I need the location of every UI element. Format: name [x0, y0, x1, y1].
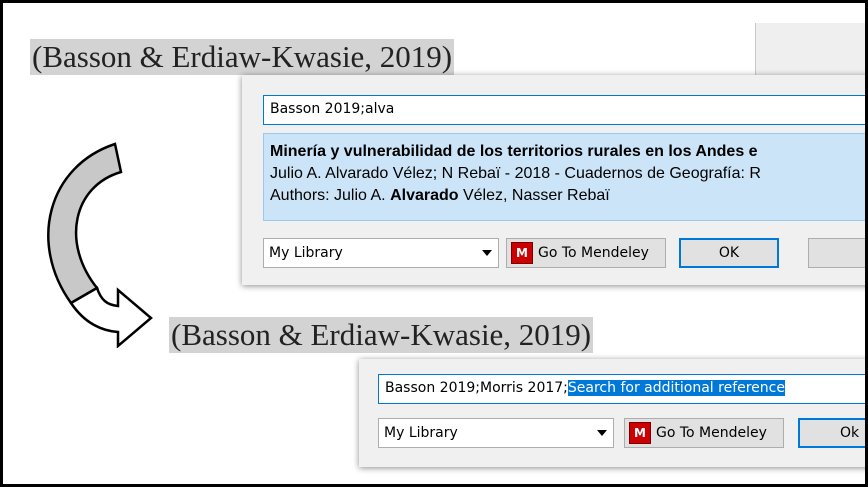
result-title: Minería y vulnerabilidad de los territor…	[270, 143, 758, 160]
citation-search-input-2[interactable]: Basson 2019;Morris 2017;Search for addit…	[378, 374, 865, 404]
result-authors: Authors: Julio A. Alvarado Vélez, Nasser…	[270, 187, 610, 204]
ok-button-2[interactable]: Ok	[798, 418, 865, 448]
go-to-mendeley-button-2[interactable]: M Go To Mendeley	[624, 418, 784, 448]
search-results-list[interactable]: Minería y vulnerabilidad de los territor…	[263, 133, 865, 221]
mendeley-logo-icon: M	[511, 242, 533, 264]
citation-search-value: Basson 2019;alva	[270, 101, 395, 117]
screenshot-frame: (Basson & Erdiaw-Kwasie, 2019) Basson 20…	[0, 0, 868, 487]
dropdown-caret-icon	[482, 250, 492, 256]
curved-arrow-icon	[47, 142, 153, 348]
ok-label: OK	[718, 245, 740, 261]
citation-search-value-plain: Basson 2019;Morris 2017;	[385, 380, 568, 396]
library-select[interactable]: My Library	[263, 238, 499, 268]
go-to-mendeley-label: Go To Mendeley	[538, 245, 649, 261]
mendeley-citation-dialog-search: Basson 2019;alva Minería y vulnerabilida…	[242, 75, 865, 285]
library-select-value-2: My Library	[384, 425, 458, 441]
citation-search-input[interactable]: Basson 2019;alva	[263, 95, 865, 125]
word-toolbar-fragment	[755, 23, 865, 82]
result-meta: Julio A. Alvarado Vélez; N Rebaï - 2018 …	[270, 165, 761, 182]
mendeley-citation-dialog-add: Basson 2019;Morris 2017;Search for addit…	[359, 359, 865, 467]
citation-text-bottom: (Basson & Erdiaw-Kwasie, 2019)	[169, 317, 594, 353]
dropdown-caret-icon	[597, 430, 607, 436]
citation-text-top: (Basson & Erdiaw-Kwasie, 2019)	[30, 39, 455, 75]
cancel-button-partial[interactable]	[808, 238, 865, 268]
library-select-value: My Library	[269, 245, 343, 261]
library-select-2[interactable]: My Library	[378, 418, 614, 448]
ok-label-2: Ok	[840, 425, 860, 441]
go-to-mendeley-button[interactable]: M Go To Mendeley	[506, 238, 666, 268]
go-to-mendeley-label-2: Go To Mendeley	[656, 425, 767, 441]
mendeley-logo-icon: M	[629, 422, 651, 444]
ok-button[interactable]: OK	[679, 238, 779, 268]
citation-search-placeholder-selected: Search for additional reference	[567, 380, 785, 396]
